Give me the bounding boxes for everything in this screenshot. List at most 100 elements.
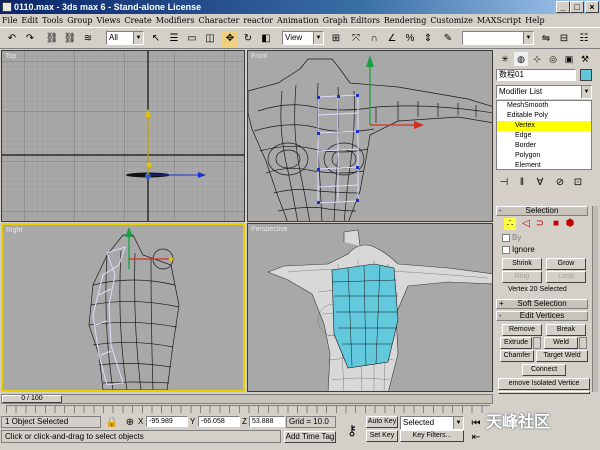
menu-help[interactable]: Help	[523, 14, 546, 27]
stack-item-border[interactable]: Border	[497, 141, 591, 151]
viewport-perspective[interactable]: Perspective	[247, 223, 493, 392]
pivot-center-icon[interactable]: ⊞	[328, 31, 344, 47]
menu-animation[interactable]: Animation	[275, 14, 321, 27]
snap-3d-icon[interactable]: ∩	[366, 31, 382, 47]
align-icon[interactable]: ⊟	[556, 31, 572, 47]
viewport-label-right[interactable]: Right	[6, 227, 22, 234]
connect-button[interactable]: Connect	[522, 364, 566, 376]
soft-selection-rollout-header[interactable]: + Soft Selection	[496, 299, 588, 309]
break-button[interactable]: Break	[546, 324, 586, 336]
key-mode-toggle-icon[interactable]: ⇤	[468, 430, 484, 446]
viewport-label-top[interactable]: Top	[5, 53, 16, 60]
z-coordinate-field[interactable]: 53.888	[249, 416, 285, 427]
edit-vertices-rollout-header[interactable]: - Edit Vertices	[496, 311, 588, 321]
menu-reactor[interactable]: reactor	[241, 14, 275, 27]
absolute-mode-icon[interactable]: ⊕	[122, 415, 138, 431]
key-icon[interactable]: ⚷	[344, 422, 360, 438]
auto-key-button[interactable]: Auto Key	[366, 416, 398, 428]
stack-item-meshsmooth[interactable]: MeshSmooth	[497, 101, 591, 111]
extrude-button[interactable]: Extrude	[500, 337, 532, 349]
extrude-settings-icon[interactable]	[533, 337, 541, 349]
selection-filter-dropdown[interactable]: All ▼	[106, 31, 144, 45]
stack-item-vertex[interactable]: Vertex	[497, 121, 591, 131]
menu-tools[interactable]: Tools	[40, 14, 65, 27]
named-selection-icon[interactable]: ✎	[440, 31, 456, 47]
viewport-front[interactable]: Front	[247, 50, 493, 222]
panel-scrollbar[interactable]	[592, 206, 598, 392]
menu-graph-editors[interactable]: Graph Editors	[321, 14, 382, 27]
menu-modifiers[interactable]: Modifiers	[154, 14, 197, 27]
vertex-mode-icon[interactable]: ∴	[504, 218, 516, 230]
border-mode-icon[interactable]: ⊃	[534, 218, 546, 230]
bind-space-warp-icon[interactable]: ≋	[80, 31, 96, 47]
stack-item-edge[interactable]: Edge	[497, 131, 591, 141]
modify-tab-icon[interactable]: ◍	[514, 52, 528, 66]
by-vertex-checkbox[interactable]	[502, 234, 510, 242]
edge-mode-icon[interactable]: ◁	[520, 218, 532, 230]
show-end-result-icon[interactable]: ‖	[514, 175, 530, 191]
shrink-button[interactable]: Shrink	[502, 258, 542, 270]
track-bar[interactable]	[6, 405, 490, 413]
select-manipulate-icon[interactable]: ⤧	[348, 31, 364, 47]
menu-edit[interactable]: Edit	[19, 14, 40, 27]
select-link-icon[interactable]: ⛓	[44, 31, 60, 47]
layer-manager-icon[interactable]: ☷	[576, 31, 592, 47]
modifier-list-dropdown[interactable]: Modifier List ▼	[496, 85, 592, 99]
menu-file[interactable]: File	[0, 14, 19, 27]
reference-coordinate-dropdown[interactable]: View ▼	[282, 31, 324, 45]
x-coordinate-field[interactable]: -95.989	[146, 416, 188, 427]
pin-stack-icon[interactable]: ⊣	[496, 175, 512, 191]
remove-modifier-icon[interactable]: ⊘	[552, 175, 568, 191]
target-weld-button[interactable]: Target Weld	[536, 350, 588, 362]
move-icon[interactable]: ✥	[222, 31, 238, 47]
stack-item-element[interactable]: Element	[497, 161, 591, 171]
minimize-button[interactable]: _	[556, 1, 570, 13]
key-filters-button[interactable]: Key Filters...	[400, 430, 464, 442]
y-coordinate-field[interactable]: -66.058	[198, 416, 240, 427]
angle-snap-icon[interactable]: ∠	[384, 31, 400, 47]
hierarchy-tab-icon[interactable]: ⊹	[530, 52, 544, 66]
maximize-button[interactable]: □	[570, 1, 584, 13]
menu-create[interactable]: Create	[122, 14, 153, 27]
menu-views[interactable]: Views	[94, 14, 122, 27]
select-by-name-icon[interactable]: ☰	[166, 31, 182, 47]
menu-maxscript[interactable]: MAXScript	[475, 14, 523, 27]
window-crossing-icon[interactable]: ◫	[202, 31, 218, 47]
utilities-tab-icon[interactable]: ⚒	[578, 52, 592, 66]
rotate-icon[interactable]: ↻	[240, 31, 256, 47]
spinner-snap-icon[interactable]: ⇕	[420, 31, 436, 47]
mirror-icon[interactable]: ⇋	[538, 31, 554, 47]
ring-button[interactable]: Ring	[502, 271, 542, 283]
display-tab-icon[interactable]: ▣	[562, 52, 576, 66]
menu-customize[interactable]: Customize	[428, 14, 475, 27]
menu-character[interactable]: Character	[196, 14, 241, 27]
remove-isolated-vertices-button[interactable]: emove Isolated Vertice	[498, 378, 590, 390]
polygon-mode-icon[interactable]: ■	[550, 218, 562, 230]
key-mode-dropdown[interactable]: Selected ▼	[400, 416, 464, 430]
set-key-button[interactable]: Set Key	[366, 430, 398, 442]
object-name-field[interactable]: 数程01	[496, 69, 576, 81]
undo-icon[interactable]: ↶	[4, 31, 20, 47]
make-unique-icon[interactable]: ∀	[532, 175, 548, 191]
add-time-tag-button[interactable]: Add Time Tag	[284, 431, 336, 443]
viewport-label-front[interactable]: Front	[251, 53, 267, 60]
selection-rollout-header[interactable]: - Selection	[496, 206, 588, 216]
percent-snap-icon[interactable]: %	[402, 31, 418, 47]
viewport-label-perspective[interactable]: Perspective	[251, 226, 288, 233]
select-object-icon[interactable]: ↖	[148, 31, 164, 47]
unlink-icon[interactable]: ⛓	[62, 31, 78, 47]
ignore-backfacing-checkbox[interactable]	[502, 246, 510, 254]
named-selection-sets-dropdown[interactable]: ▼	[462, 31, 534, 45]
time-slider[interactable]: 0 / 100	[1, 394, 493, 404]
redo-icon[interactable]: ↷	[22, 31, 38, 47]
lock-selection-icon[interactable]: 🔒	[104, 415, 120, 431]
rectangular-selection-icon[interactable]: ▭	[184, 31, 200, 47]
app-icon[interactable]	[2, 2, 12, 12]
close-button[interactable]: ×	[585, 1, 599, 13]
viewport-right[interactable]: Right	[1, 223, 245, 392]
create-tab-icon[interactable]: ✳	[498, 52, 512, 66]
weld-settings-icon[interactable]	[579, 337, 587, 349]
element-mode-icon[interactable]: ⬢	[564, 218, 576, 230]
weld-button[interactable]: Weld	[544, 337, 578, 349]
loop-button[interactable]: Loop	[546, 271, 586, 283]
